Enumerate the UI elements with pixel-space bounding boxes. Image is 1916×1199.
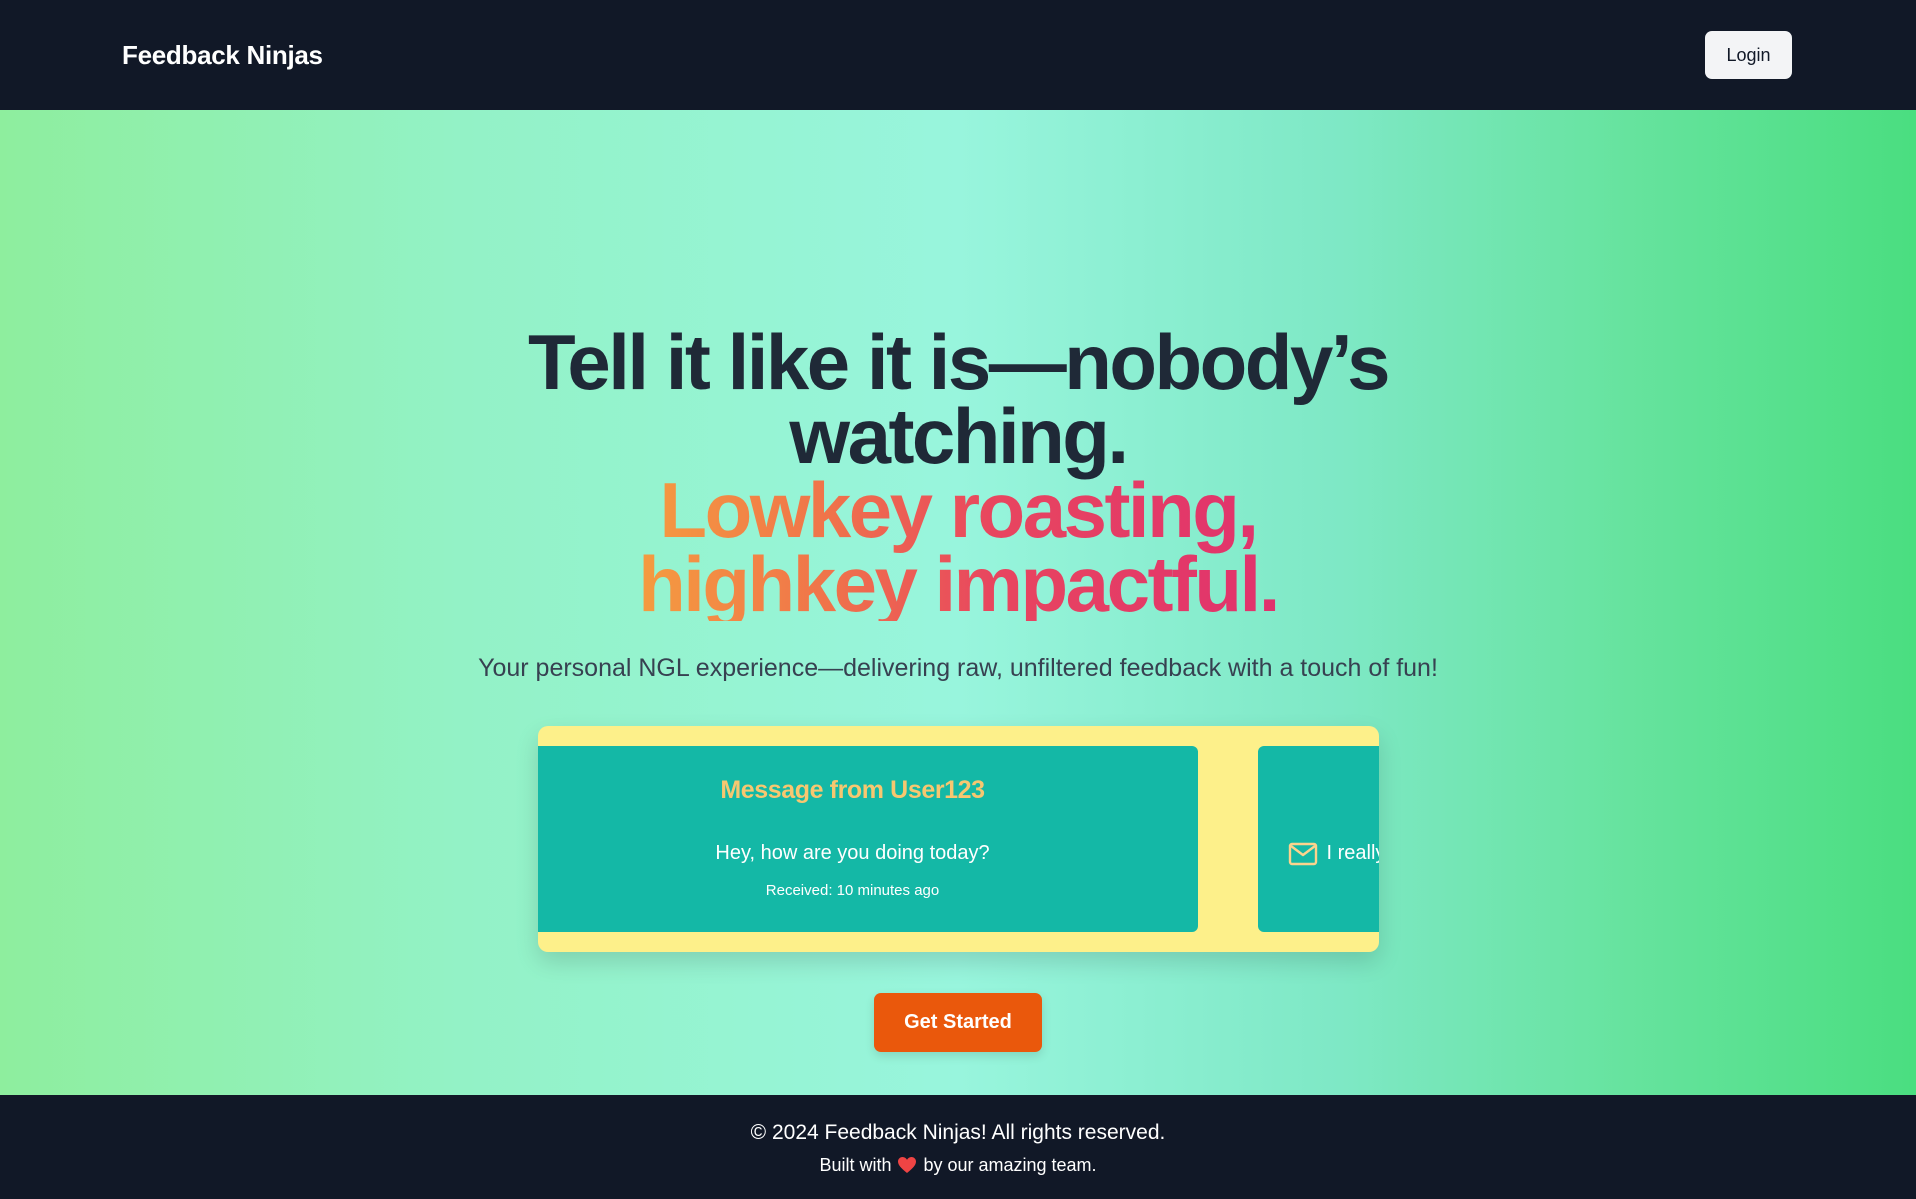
footer-copyright: © 2024 Feedback Ninjas! All rights reser… (750, 1120, 1166, 1144)
login-button[interactable]: Login (1705, 31, 1792, 79)
built-with-suffix: by our amazing team. (923, 1154, 1097, 1175)
footer-built-with: Built with by our amazing team. (819, 1155, 1096, 1176)
heart-icon (898, 1157, 917, 1173)
message-card-content: Hey, how are you doing today? (715, 842, 990, 864)
hero-subtitle: Your personal NGL experience—delivering … (478, 654, 1438, 682)
message-carousel[interactable]: Message from User123 Hey, how are you do… (537, 726, 1379, 952)
message-card-next-content: I really liked your recent post! (1326, 842, 1379, 864)
headline-primary: Tell it like it is—nobody’s watching. (528, 318, 1390, 480)
hero-headline: Tell it like it is—nobody’s watching. Lo… (508, 318, 1408, 623)
footer: © 2024 Feedback Ninjas! All rights reser… (0, 1095, 1916, 1199)
hero-section: Tell it like it is—nobody’s watching. Lo… (0, 110, 1916, 1095)
navbar: Feedback Ninjas Login (0, 0, 1916, 110)
message-card-next[interactable]: I really liked your recent post! (1257, 746, 1379, 932)
built-with-prefix: Built with (819, 1154, 892, 1175)
brand-logo[interactable]: Feedback Ninjas (122, 40, 323, 71)
headline-gradient: Lowkey roasting, highkey impactful. (628, 471, 1288, 623)
mail-icon (1288, 842, 1317, 866)
message-card-title: Message from User123 (720, 776, 985, 804)
message-card-received: Received: 10 minutes ago (765, 882, 940, 899)
message-card[interactable]: Message from User123 Hey, how are you do… (537, 746, 1198, 932)
get-started-button[interactable]: Get Started (874, 993, 1042, 1052)
